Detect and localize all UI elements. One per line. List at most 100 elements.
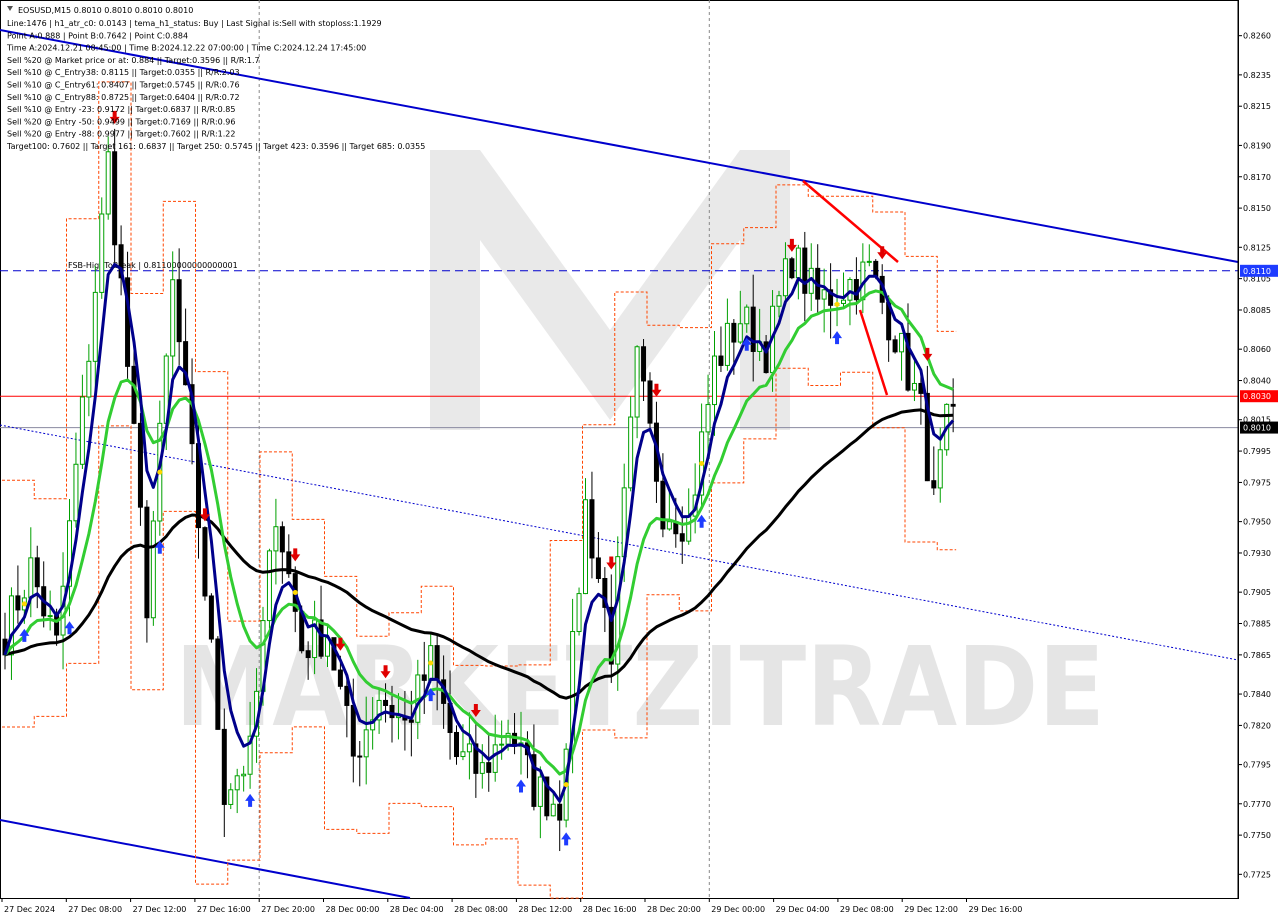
bull-candle [479,762,485,774]
bear-candle [215,638,221,730]
bear-candle [454,731,459,758]
bull-candle [550,803,556,817]
signal-star-icon [157,469,163,475]
bear-candle [589,499,595,559]
price-tick-label: 0.7950 [1243,518,1271,527]
time-tick-label: 28 Dec 00:00 [326,905,380,914]
bull-candle [847,279,853,301]
signal-star-icon [21,601,27,607]
bear-candle [892,339,898,353]
price-badge-label: 0.8110 [1243,267,1271,276]
bull-candle [234,775,240,791]
bull-candle [460,751,466,758]
price-tick-label: 0.7975 [1243,478,1271,487]
price-tick-label: 0.7930 [1243,549,1271,558]
price-tick-label: 0.7840 [1243,690,1271,699]
bull-candle [686,515,692,542]
bear-candle [337,669,343,687]
price-tick-label: 0.8215 [1243,102,1271,111]
time-tick-label: 29 Dec 08:00 [840,905,894,914]
info-line: Line:1476 | h1_atr_c0: 0.0143 | tema_h1_… [7,19,382,28]
time-tick-label: 28 Dec 12:00 [518,905,572,914]
bear-candle [595,557,601,580]
bear-candle [660,480,666,530]
bull-candle [47,615,53,618]
price-tick-label: 0.8235 [1243,71,1271,80]
bear-candle [208,595,214,640]
bull-candle [86,360,92,398]
bull-candle [105,151,111,215]
bull-candle [724,322,730,366]
bear-candle [679,533,685,542]
bear-candle [144,506,150,619]
bear-candle [731,322,737,343]
bull-candle [795,247,801,279]
bull-candle [628,416,634,489]
signal-star-icon [428,660,434,666]
bear-candle [54,615,60,636]
info-line: Sell %10 @ Entry -23: 0.9172 || Target:0… [7,105,235,114]
bull-candle [499,743,505,746]
bear-candle [15,595,21,611]
info-line: Sell %10 @ C_Entry88: 0.8725 || Target:0… [7,93,240,102]
bear-candle [557,803,563,821]
bear-candle [641,346,647,382]
price-tick-label: 0.7820 [1243,721,1271,730]
bull-candle [821,289,827,300]
time-tick-label: 29 Dec 04:00 [776,905,830,914]
bear-candle [931,480,937,489]
bear-candle [421,674,427,681]
signal-star-icon [699,460,705,466]
time-tick-label: 29 Dec 12:00 [904,905,958,914]
price-tick-label: 0.8085 [1243,306,1271,315]
price-tick-label: 0.7770 [1243,800,1271,809]
bear-candle [389,704,395,719]
price-tick-label: 0.8060 [1243,345,1271,354]
signal-star-icon [292,589,298,595]
bull-candle [150,520,156,619]
info-line: Sell %20 @ Market price or at: 0.884 || … [7,56,260,65]
info-line: Time A:2024.12.21 08:45:00 | Time B:2024… [6,44,366,53]
bear-candle [221,728,227,805]
bear-candle [802,247,808,294]
bull-candle [776,295,782,307]
price-tick-label: 0.8040 [1243,377,1271,386]
bear-candle [647,380,653,424]
bull-candle [92,291,98,362]
bear-candle [357,755,363,758]
chart-window[interactable]: MARKETZITRADE FSB-HighToBreak | 0.811000… [0,0,1280,920]
bear-candle [383,699,389,706]
fsb-level-label: FSB-HighToBreak | 0.81100000000000001 [68,261,238,270]
price-tick-label: 0.8190 [1243,141,1271,150]
bear-candle [137,422,143,508]
price-tick-label: 0.7750 [1243,831,1271,840]
bull-candle [841,299,846,304]
bear-candle [873,260,879,277]
bull-candle [537,776,543,807]
price-tick-label: 0.7725 [1243,870,1271,879]
time-tick-label: 28 Dec 20:00 [647,905,701,914]
time-tick-label: 27 Dec 12:00 [133,905,187,914]
bear-candle [344,685,350,706]
time-tick-label: 27 Dec 2024 [4,905,55,914]
bear-candle [408,719,414,723]
bull-candle [911,382,917,391]
bull-candle [99,213,105,293]
bear-candle [318,619,324,657]
bull-candle [634,346,640,418]
bear-candle [305,650,311,659]
bull-candle [492,744,498,773]
bull-candle [899,332,905,353]
bull-candle [241,773,247,777]
info-line: Target100: 0.7602 || Target 161: 0.6837 … [6,142,425,151]
info-line: Sell %10 @ C_Entry61: 0.8407 || Target:0… [7,81,240,90]
price-chart[interactable]: MARKETZITRADE FSB-HighToBreak | 0.811000… [0,0,1280,920]
bear-candle [434,645,440,681]
time-tick-label: 28 Dec 16:00 [583,905,637,914]
bull-candle [937,449,943,489]
info-line: Sell %10 @ C_Entry38: 0.8115 || Target:0… [7,68,240,77]
price-badge-label: 0.8010 [1243,424,1271,433]
bear-candle [718,355,724,366]
bull-candle [744,306,750,325]
bull-candle [170,279,176,357]
